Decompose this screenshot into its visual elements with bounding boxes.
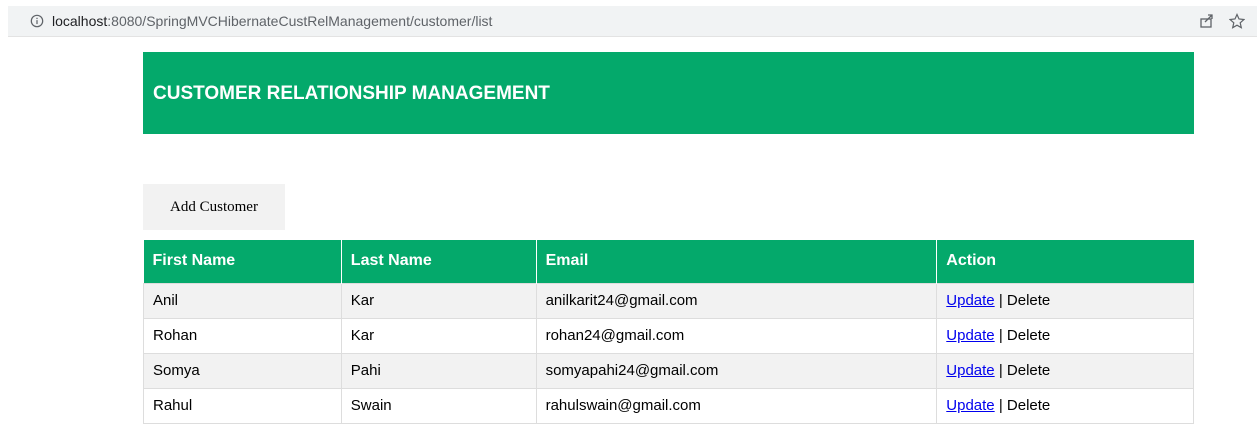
cell-email: rahulswain@gmail.com	[535, 387, 938, 424]
page-header: CUSTOMER RELATIONSHIP MANAGEMENT	[143, 52, 1194, 134]
page-title: CUSTOMER RELATIONSHIP MANAGEMENT	[153, 83, 550, 104]
cell-first-name: Anil	[143, 282, 342, 319]
action-separator: |	[994, 292, 1007, 309]
cell-last-name: Kar	[340, 282, 537, 319]
share-icon[interactable]	[1199, 13, 1215, 29]
update-link[interactable]: Update	[946, 397, 994, 414]
action-separator: |	[994, 397, 1007, 414]
action-separator: |	[994, 362, 1007, 379]
cell-action: Update | Delete	[936, 317, 1194, 354]
add-customer-button[interactable]: Add Customer	[143, 184, 285, 230]
update-link[interactable]: Update	[946, 292, 994, 309]
update-link[interactable]: Update	[946, 362, 994, 379]
table-row: Rohan Kar rohan24@gmail.com Update | Del…	[143, 317, 1194, 354]
cell-last-name: Kar	[340, 317, 537, 354]
column-header-last-name: Last Name	[341, 240, 537, 283]
column-header-email: Email	[536, 240, 938, 283]
delete-link[interactable]: Delete	[1007, 327, 1050, 344]
cell-last-name: Swain	[340, 387, 537, 424]
cell-first-name: Rahul	[143, 387, 342, 424]
cell-first-name: Somya	[143, 352, 342, 389]
cell-action: Update | Delete	[936, 282, 1194, 319]
cell-last-name: Pahi	[340, 352, 537, 389]
table-row: Rahul Swain rahulswain@gmail.com Update …	[143, 387, 1194, 424]
url-host: localhost	[52, 13, 108, 29]
table-header-row: First Name Last Name Email Action	[143, 240, 1194, 283]
delete-link[interactable]: Delete	[1007, 362, 1050, 379]
action-separator: |	[994, 327, 1007, 344]
info-icon[interactable]	[30, 14, 44, 28]
column-header-action: Action	[936, 240, 1194, 283]
url-text[interactable]: localhost:8080/SpringMVCHibernateCustRel…	[52, 13, 492, 29]
table-row: Somya Pahi somyapahi24@gmail.com Update …	[143, 352, 1194, 389]
cell-first-name: Rohan	[143, 317, 342, 354]
browser-address-bar[interactable]: localhost:8080/SpringMVCHibernateCustRel…	[8, 6, 1257, 37]
column-header-first-name: First Name	[143, 240, 342, 283]
star-icon[interactable]	[1229, 13, 1245, 29]
cell-email: rohan24@gmail.com	[535, 317, 938, 354]
cell-action: Update | Delete	[936, 352, 1194, 389]
table-row: Anil Kar anilkarit24@gmail.com Update | …	[143, 282, 1194, 319]
cell-action: Update | Delete	[936, 387, 1194, 424]
delete-link[interactable]: Delete	[1007, 292, 1050, 309]
update-link[interactable]: Update	[946, 327, 994, 344]
url-path: :8080/SpringMVCHibernateCustRelManagemen…	[107, 13, 493, 29]
customer-table: First Name Last Name Email Action Anil K…	[143, 240, 1194, 424]
delete-link[interactable]: Delete	[1007, 397, 1050, 414]
cell-email: somyapahi24@gmail.com	[535, 352, 938, 389]
cell-email: anilkarit24@gmail.com	[535, 282, 938, 319]
